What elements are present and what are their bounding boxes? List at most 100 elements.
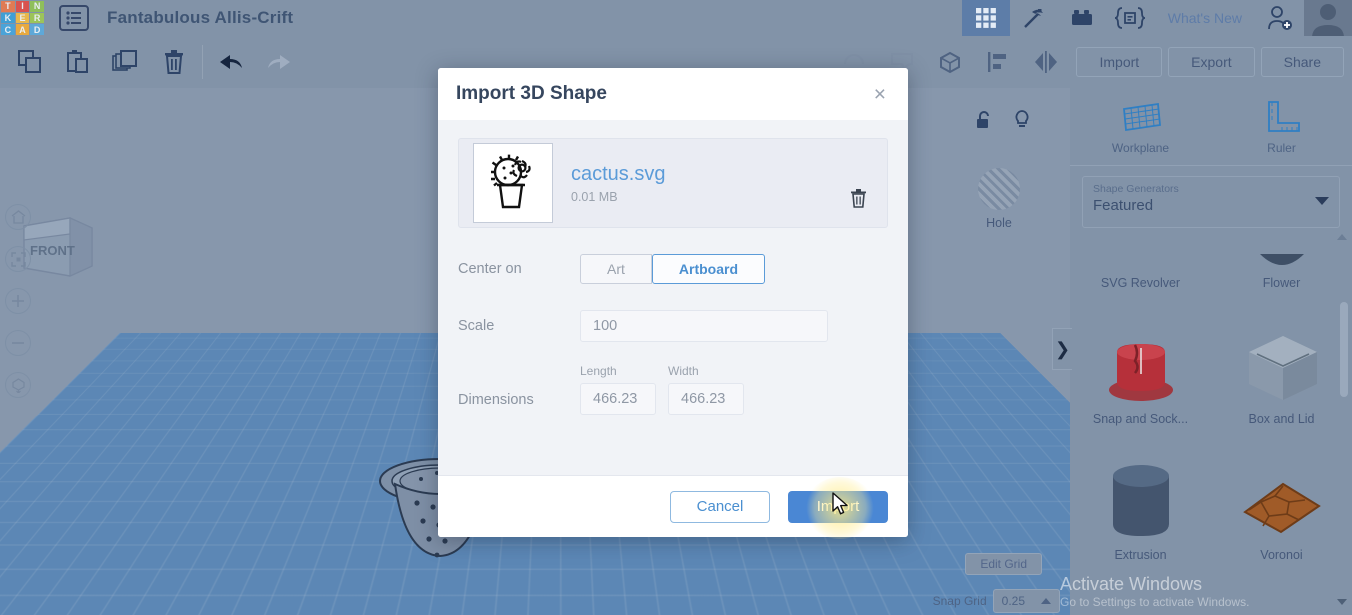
windows-activation-watermark: Activate Windows Go to Settings to activ… xyxy=(1060,574,1249,609)
width-field: Width 466.23 xyxy=(668,364,744,415)
scale-row: Scale 100 xyxy=(458,310,888,342)
logo-tile: I xyxy=(15,1,30,12)
cancel-button[interactable]: Cancel xyxy=(670,490,770,523)
width-input[interactable]: 466.23 xyxy=(668,383,744,415)
dimensions-label: Dimensions xyxy=(458,392,534,408)
shape-voronoi[interactable]: Voronoi xyxy=(1211,432,1352,568)
viewport-toggles xyxy=(976,110,1030,135)
logo-tile: T xyxy=(1,1,15,12)
extrusion-icon xyxy=(1112,465,1169,536)
dialog-body: cactus.svg 0.01 MB Center on Art Artboar… xyxy=(438,120,908,415)
ortho-perspective-icon[interactable] xyxy=(5,372,31,398)
duplicate-icon[interactable] xyxy=(102,36,150,88)
undo-icon[interactable] xyxy=(207,36,255,88)
fit-view-icon[interactable] xyxy=(5,246,31,272)
tinkercad-app: TINKERCAD Fantabulous Allis-Crift What's… xyxy=(0,0,1352,615)
group-icon[interactable] xyxy=(926,36,974,88)
unlock-icon[interactable] xyxy=(976,110,994,135)
shape-flower[interactable]: Flower xyxy=(1211,240,1352,296)
import-confirm-button[interactable]: Import xyxy=(788,490,888,523)
workplane-icon xyxy=(1122,102,1161,131)
box-lid-icon xyxy=(1248,336,1317,400)
tinkercad-logo[interactable]: TIN KER CAD xyxy=(0,0,45,36)
shape-grid: SVG Revolver Flower Snap and Sock... Box… xyxy=(1070,240,1352,568)
ruler-icon xyxy=(1267,100,1300,132)
shape-label: Snap and Sock... xyxy=(1092,412,1189,426)
length-caption: Length xyxy=(580,364,617,378)
whats-new-link[interactable]: What's New xyxy=(1154,10,1256,26)
snap-grid-unit: mm xyxy=(994,611,1014,615)
snap-socket-icon xyxy=(1108,344,1173,401)
paste-icon[interactable] xyxy=(54,36,102,88)
codeblocks-icon[interactable] xyxy=(1106,0,1154,36)
lightbulb-icon[interactable] xyxy=(1014,110,1030,135)
dialog-footer: Cancel Import xyxy=(438,475,908,537)
shape-library: SVG Revolver Flower Snap and Sock... Box… xyxy=(1070,234,1352,615)
shape-label: SVG Revolver xyxy=(1100,276,1181,290)
logo-tile: K xyxy=(1,12,15,24)
center-on-artboard-option[interactable]: Artboard xyxy=(651,254,766,284)
export-button[interactable]: Export xyxy=(1168,47,1255,77)
scrollbar-thumb[interactable] xyxy=(1340,302,1348,397)
scroll-down-icon[interactable] xyxy=(1337,599,1347,605)
workplane-label: Workplane xyxy=(1111,140,1170,155)
panel-scrollbar[interactable] xyxy=(1337,234,1348,615)
list-menu-icon[interactable] xyxy=(59,5,89,31)
file-name[interactable]: cactus.svg xyxy=(571,163,665,186)
shape-extrusion[interactable]: Extrusion xyxy=(1070,432,1211,568)
panel-collapse-toggle[interactable]: ❯ xyxy=(1052,328,1072,370)
redo-icon[interactable] xyxy=(255,36,303,88)
import-3d-shape-dialog: Import 3D Shape × cactus.svg 0.01 MB Cen… xyxy=(438,68,908,537)
length-field: Length 466.23 xyxy=(580,364,656,415)
grid-apps-icon[interactable] xyxy=(961,0,1010,36)
scale-input[interactable]: 100 xyxy=(580,310,828,342)
top-bar-actions: What's New xyxy=(961,0,1352,36)
logo-tile: R xyxy=(30,12,44,24)
hole-icon xyxy=(978,168,1020,210)
center-on-row: Center on Art Artboard xyxy=(458,254,888,284)
zoom-out-icon[interactable] xyxy=(5,330,31,356)
shapes-panel: ❯ Workplane Ruler Shape Generators Featu… xyxy=(1052,88,1352,615)
close-icon[interactable]: × xyxy=(870,82,890,107)
trash-icon[interactable] xyxy=(850,188,867,213)
ruler-tool[interactable]: Ruler xyxy=(1211,88,1352,165)
document-title[interactable]: Fantabulous Allis-Crift xyxy=(107,8,293,28)
shape-box-and-lid[interactable]: Box and Lid xyxy=(1211,296,1352,432)
add-person-icon[interactable] xyxy=(1256,0,1304,36)
shape-generators-caption: Shape Generators xyxy=(1093,183,1179,195)
shape-snap-and-socket[interactable]: Snap and Sock... xyxy=(1070,296,1211,432)
shape-svg-revolver[interactable]: SVG Revolver xyxy=(1070,240,1211,296)
shape-label: Voronoi xyxy=(1260,548,1303,562)
scroll-up-icon[interactable] xyxy=(1337,234,1347,240)
edit-grid-button[interactable]: Edit Grid xyxy=(965,553,1042,575)
cactus-thumbnail xyxy=(473,143,553,223)
mirror-icon[interactable] xyxy=(1022,36,1070,88)
lego-brick-icon[interactable] xyxy=(1058,0,1106,36)
hole-shape-swatch[interactable]: Hole xyxy=(978,168,1020,230)
panel-tools-row: Workplane Ruler xyxy=(1070,88,1352,166)
dialog-header: Import 3D Shape × xyxy=(438,68,908,120)
copy-icon[interactable] xyxy=(6,36,54,88)
center-on-art-option[interactable]: Art xyxy=(580,254,652,284)
scale-label: Scale xyxy=(458,318,495,334)
length-input[interactable]: 466.23 xyxy=(580,383,656,415)
snap-grid-select[interactable]: 0.25 xyxy=(992,589,1060,613)
dialog-title: Import 3D Shape xyxy=(456,83,607,104)
home-icon[interactable] xyxy=(5,204,31,230)
flower-icon xyxy=(1259,254,1304,265)
workplane-tool[interactable]: Workplane xyxy=(1070,88,1211,165)
uploaded-file-row: cactus.svg 0.01 MB xyxy=(458,138,888,228)
file-actions: Import Export Share xyxy=(1076,36,1344,88)
center-on-label: Center on xyxy=(458,261,522,277)
logo-tile: A xyxy=(15,24,30,35)
hole-label: Hole xyxy=(986,216,1012,230)
pickaxe-icon[interactable] xyxy=(1010,0,1058,36)
user-avatar[interactable] xyxy=(1304,0,1352,36)
share-button[interactable]: Share xyxy=(1260,47,1344,77)
align-icon[interactable] xyxy=(974,36,1022,88)
shape-generators-select[interactable]: Shape Generators Featured xyxy=(1082,176,1340,228)
toolbar-divider xyxy=(202,45,203,79)
zoom-in-icon[interactable] xyxy=(5,288,31,314)
delete-icon[interactable] xyxy=(150,36,198,88)
import-button[interactable]: Import xyxy=(1076,47,1163,77)
